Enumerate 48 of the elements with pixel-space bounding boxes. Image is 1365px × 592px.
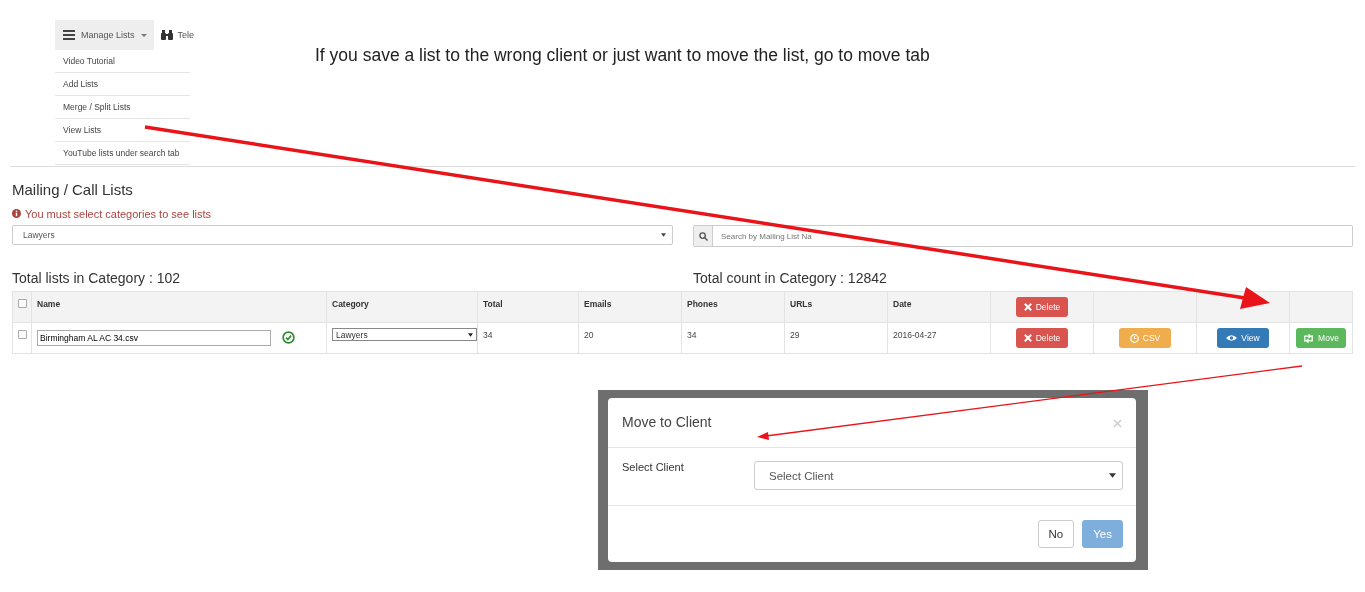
- cancel-button[interactable]: No: [1037, 520, 1075, 548]
- menu-item[interactable]: Merge / Split Lists: [55, 96, 190, 119]
- page-title: Mailing / Call Lists: [12, 181, 134, 198]
- delete-button[interactable]: Delete: [1015, 297, 1069, 317]
- table-cell: 34: [477, 322, 579, 354]
- menu-item[interactable]: View Lists: [55, 119, 190, 142]
- total-count: Total count in Category : 12842: [693, 270, 887, 286]
- clock-icon: [1129, 333, 1139, 343]
- close-icon: [1023, 334, 1032, 342]
- table-cell: 29: [784, 322, 888, 354]
- category-dropdown[interactable]: Lawyers: [332, 328, 477, 341]
- caret-icon: [1109, 473, 1116, 478]
- column-header: Total: [477, 291, 579, 323]
- menu-item[interactable]: Add Lists: [55, 73, 190, 96]
- checkbox[interactable]: [18, 299, 27, 308]
- column-header: Category: [326, 291, 478, 323]
- column-header: Name: [31, 291, 327, 323]
- arrows-icon: [1303, 333, 1315, 343]
- view-button[interactable]: View: [1217, 328, 1269, 348]
- column-header: URLs: [784, 291, 888, 323]
- caret-icon: [468, 332, 473, 337]
- column-header: Emails: [578, 291, 682, 323]
- nav-tab[interactable]: Manage Lists: [55, 20, 154, 50]
- list-icon: [63, 30, 75, 40]
- table-cell: 34: [681, 322, 785, 354]
- binoculars-icon: [160, 30, 173, 40]
- close-icon: [1023, 303, 1032, 311]
- table-cell: 20: [578, 322, 682, 354]
- info-icon: [12, 208, 21, 220]
- checkbox[interactable]: [18, 330, 27, 339]
- search-field[interactable]: Search by Mailing List Na: [693, 225, 1353, 247]
- caret-icon: [661, 233, 666, 237]
- warning-text: You must select categories to see lists: [25, 208, 212, 220]
- name-field[interactable]: Birmingham AL AC 34.csv: [37, 330, 271, 346]
- total-lists: Total lists in Category : 102: [12, 270, 693, 286]
- caption-text: If you save a list to the wrong client or just want to move the list, go to move tab: [315, 45, 930, 66]
- menu-item[interactable]: Video Tutorial: [55, 50, 190, 73]
- client-select[interactable]: Select Client: [754, 461, 1123, 490]
- table-cell: 2016-04-27: [887, 322, 991, 354]
- search-icon[interactable]: [694, 226, 713, 246]
- column-header: Phones: [681, 291, 785, 323]
- modal-title: Move to Client: [622, 414, 712, 432]
- delete-button[interactable]: Delete: [1015, 328, 1069, 348]
- category-select[interactable]: Lawyers: [12, 225, 673, 245]
- menu-item[interactable]: YouTube lists under search tab: [55, 142, 190, 165]
- eye-icon: [1226, 334, 1238, 342]
- field-label: Select Client: [622, 461, 685, 475]
- column-header: Date: [887, 291, 991, 323]
